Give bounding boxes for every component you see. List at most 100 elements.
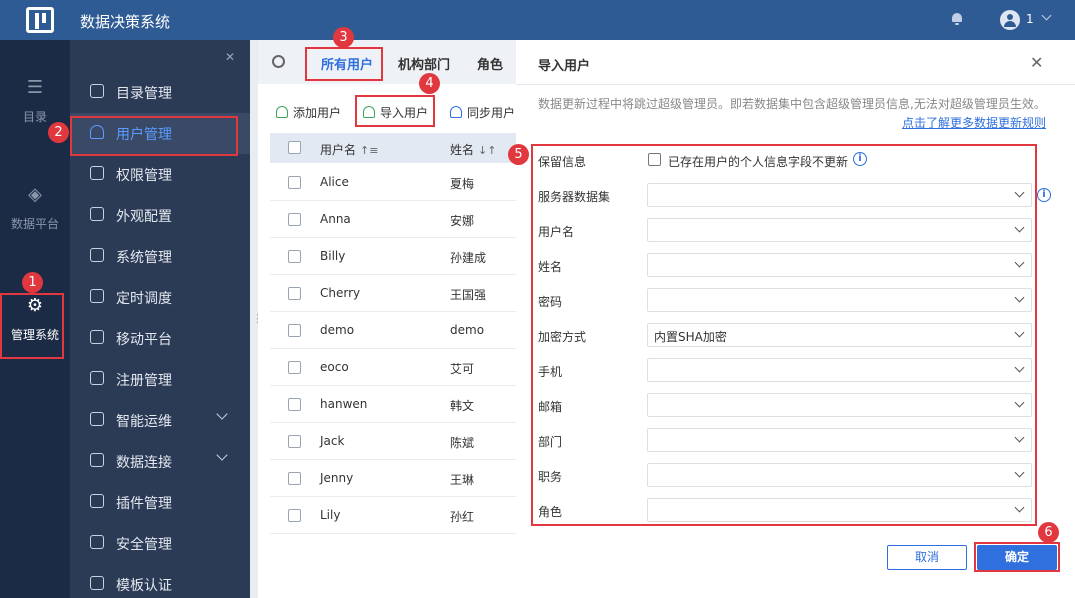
user-name[interactable]: 1 [1026, 12, 1034, 26]
step-badge: 5 [508, 144, 529, 165]
menu-item-data-connection[interactable]: 数据连接 [70, 441, 250, 482]
cell-username: hanwen [320, 397, 368, 411]
close-icon[interactable]: ✕ [1030, 53, 1043, 72]
logo-icon [26, 7, 54, 33]
row-checkbox[interactable] [288, 398, 301, 411]
table-row[interactable] [270, 496, 516, 497]
sort-icon[interactable]: ↑≡ [360, 144, 378, 157]
menu-label: 数据连接 [116, 455, 172, 471]
cell-name: 安娜 [450, 214, 475, 228]
register-icon [90, 371, 104, 385]
menu-item-register[interactable]: 注册管理 [70, 359, 250, 400]
pin-icon[interactable]: ✕ [225, 50, 235, 64]
row-checkbox[interactable] [288, 472, 301, 485]
cell-name: 艾可 [450, 362, 475, 376]
rail-label: 数据平台 [10, 217, 59, 231]
cell-name: 王琳 [450, 473, 475, 487]
row-checkbox[interactable] [288, 361, 301, 374]
tab-departments[interactable]: 机构部门 [398, 54, 450, 73]
mobile-icon [90, 330, 104, 344]
column-username[interactable]: 用户名 ↑≡ [320, 141, 378, 158]
cancel-button[interactable]: 取消 [887, 545, 967, 570]
menu-label: 插件管理 [116, 496, 172, 512]
cell-name: demo [450, 323, 485, 337]
highlight-box [531, 144, 1037, 526]
table-row[interactable] [270, 311, 516, 312]
row-checkbox[interactable] [288, 324, 301, 337]
row-checkbox[interactable] [288, 435, 301, 448]
app-title: 数据决策系统 [80, 13, 171, 31]
menu-item-catalog[interactable]: 目录管理 [70, 72, 250, 113]
table-row[interactable] [270, 459, 516, 460]
chevron-down-icon [216, 449, 228, 461]
table-row[interactable] [270, 237, 516, 238]
column-label: 用户名 [320, 143, 357, 157]
cell-username: Alice [320, 175, 349, 189]
select-all-checkbox[interactable] [288, 141, 301, 154]
row-checkbox[interactable] [288, 287, 301, 300]
menu-item-permissions[interactable]: 权限管理 [70, 154, 250, 195]
menu-item-security[interactable]: 安全管理 [70, 523, 250, 564]
settings-icon[interactable] [272, 55, 285, 68]
update-rules-link[interactable]: 点击了解更多数据更新规则 [902, 114, 1046, 131]
table-row[interactable] [270, 200, 516, 201]
menu-label: 外观配置 [116, 209, 172, 225]
sync-user-button[interactable]: 同步用户 [450, 104, 516, 121]
avatar[interactable] [1000, 10, 1020, 30]
column-label: 姓名 [450, 143, 475, 157]
table-row[interactable] [270, 385, 516, 386]
menu-label: 智能运维 [116, 414, 172, 430]
sort-icon[interactable]: ↓↑ [478, 144, 496, 157]
rail-item-data-platform[interactable]: ◈ 数据平台 [0, 185, 70, 232]
menu-label: 系统管理 [116, 250, 172, 266]
cell-name: 陈斌 [450, 436, 475, 450]
info-icon[interactable]: i [1037, 188, 1051, 202]
cell-username: Cherry [320, 286, 361, 300]
sync-user-icon [450, 106, 462, 118]
chevron-down-icon [216, 408, 228, 420]
highlight-box [0, 293, 64, 359]
rail-item-catalog[interactable]: ☰ 目录 [0, 78, 70, 125]
settings-icon [90, 248, 104, 262]
rail-label: 目录 [22, 110, 47, 124]
menu-item-plugins[interactable]: 插件管理 [70, 482, 250, 523]
row-checkbox[interactable] [288, 176, 301, 189]
cell-name: 韩文 [450, 399, 475, 413]
menu-label: 权限管理 [116, 168, 172, 184]
menu-item-appearance[interactable]: 外观配置 [70, 195, 250, 236]
row-checkbox[interactable] [288, 213, 301, 226]
menu-item-ops[interactable]: 智能运维 [70, 400, 250, 441]
table-row[interactable] [270, 274, 516, 275]
row-checkbox[interactable] [288, 250, 301, 263]
dialog-notice: 数据更新过程中将跳过超级管理员。即若数据集中包含超级管理员信息,无法对超级管理员… [538, 97, 1046, 111]
menu-item-template[interactable]: 模板认证 [70, 564, 250, 598]
add-user-button[interactable]: 添加用户 [276, 104, 341, 121]
menu-label: 模板认证 [116, 578, 172, 594]
table-row[interactable] [270, 533, 516, 534]
menu-label: 安全管理 [116, 537, 172, 553]
column-name[interactable]: 姓名 ↓↑ [450, 141, 496, 158]
menu-item-system[interactable]: 系统管理 [70, 236, 250, 277]
cell-username: Billy [320, 249, 346, 263]
divider [516, 84, 1075, 85]
table-row[interactable] [270, 422, 516, 423]
table-row[interactable] [270, 348, 516, 349]
highlight-box [305, 47, 383, 81]
row-checkbox[interactable] [288, 509, 301, 522]
sync-user-label: 同步用户 [467, 106, 516, 120]
menu-item-mobile[interactable]: 移动平台 [70, 318, 250, 359]
step-badge: 2 [48, 122, 69, 143]
step-badge: 1 [22, 272, 43, 293]
tab-roles[interactable]: 角色 [477, 54, 503, 73]
bell-icon[interactable] [951, 13, 963, 25]
cell-name: 孙红 [450, 510, 475, 524]
menu-label: 目录管理 [116, 86, 172, 102]
cell-name: 孙建成 [450, 251, 487, 265]
menu-item-schedule[interactable]: 定时调度 [70, 277, 250, 318]
highlight-box [70, 116, 238, 156]
clock-icon [90, 289, 104, 303]
ops-icon [90, 412, 104, 426]
step-badge: 4 [419, 73, 440, 94]
step-badge: 6 [1038, 522, 1059, 543]
cell-name: 夏梅 [450, 177, 475, 191]
